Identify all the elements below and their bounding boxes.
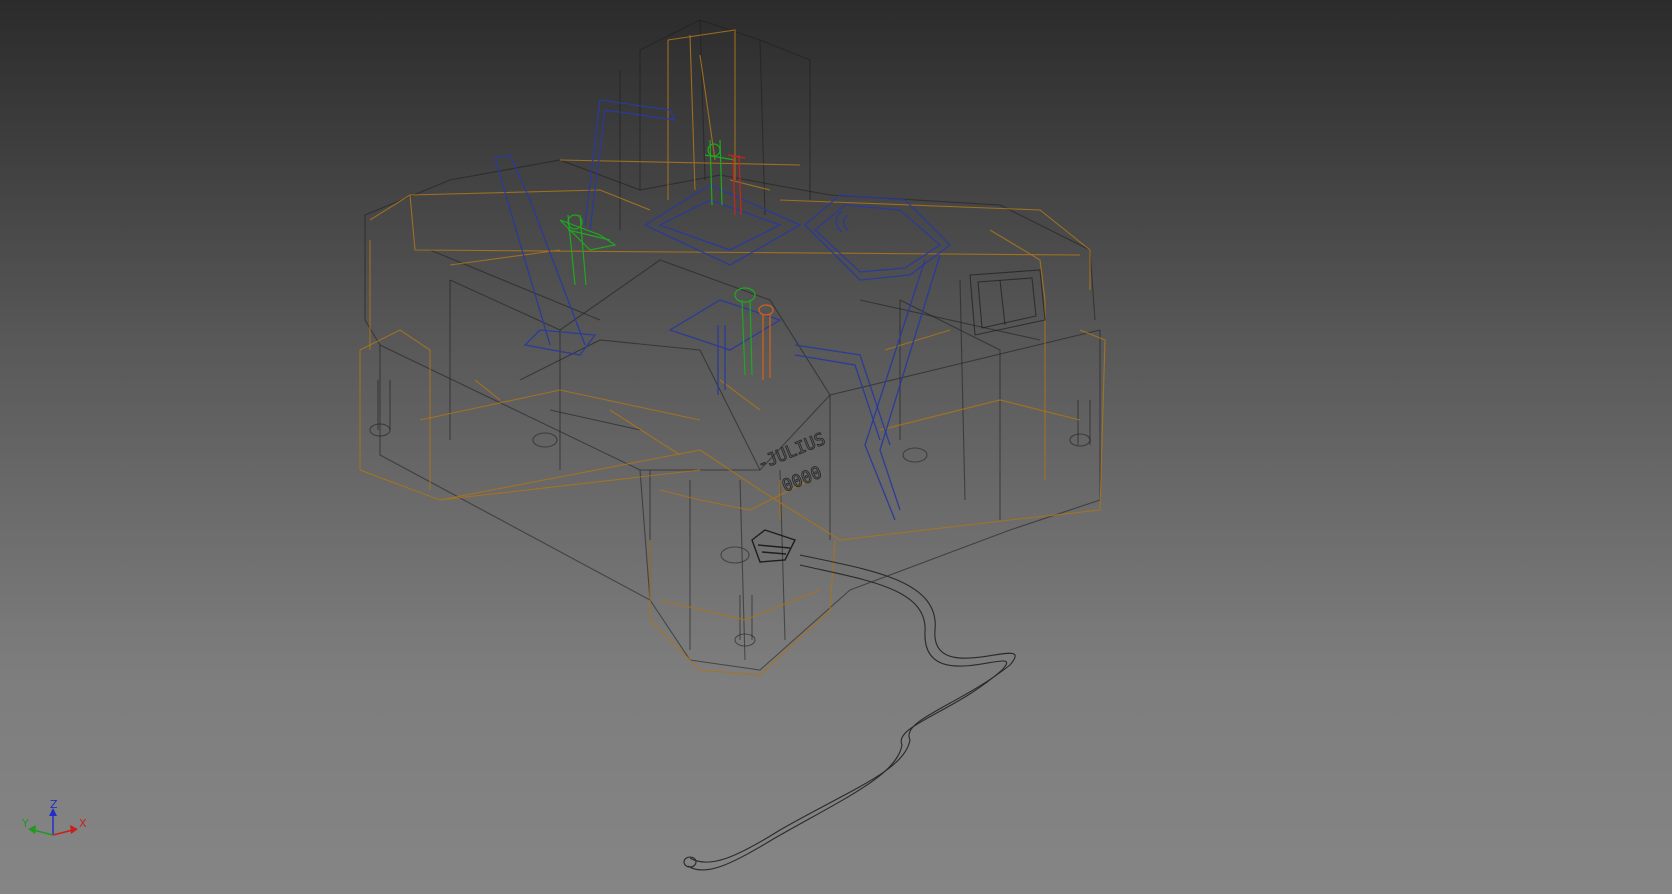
green-components (559, 139, 756, 376)
wireframe-model[interactable]: -JULIUS 0000 (0, 0, 1672, 894)
side-panel-wireframe (969, 269, 1046, 336)
body-wireframe (364, 19, 1101, 671)
engraved-text: -JULIUS 0000 (754, 429, 829, 497)
y-axis (32, 829, 54, 836)
model-text-line2: 0000 (779, 463, 824, 497)
y-arrow-icon (28, 825, 36, 834)
view-orientation-triad[interactable]: Z X Y (18, 800, 88, 850)
y-axis-label: Y (21, 817, 29, 830)
connector (751, 529, 796, 563)
orange-components (758, 304, 774, 380)
x-axis (52, 829, 74, 836)
x-axis-label: X (79, 817, 87, 830)
x-arrow-icon (70, 825, 78, 834)
z-axis-label: Z (50, 800, 58, 811)
shell-wireframe (359, 29, 1106, 676)
3d-viewport[interactable]: -JULIUS 0000 Z X Y (0, 0, 1672, 894)
cable (683, 554, 1016, 871)
